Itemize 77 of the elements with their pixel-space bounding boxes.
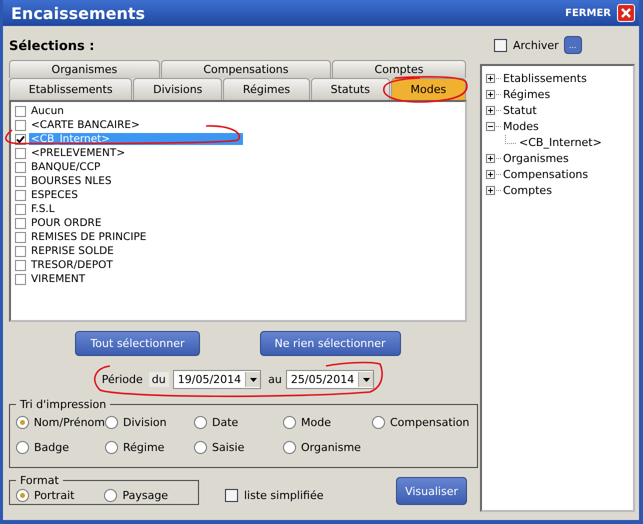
tree-item[interactable]: Organismes (503, 152, 569, 164)
list-item[interactable]: Aucun (29, 105, 66, 117)
expander-icon[interactable] (486, 186, 495, 194)
radio-option[interactable]: Mode (283, 416, 372, 429)
select-button[interactable]: Tout sélectionner (75, 331, 200, 356)
tree-item[interactable]: Compensations (503, 168, 588, 180)
select-button[interactable]: Ne rien sélectionner (260, 331, 401, 356)
list-item[interactable]: <CARTE BANCAIRE> (29, 119, 142, 131)
tree-item[interactable]: Modes (503, 120, 539, 132)
tab[interactable]: Régimes (223, 78, 310, 100)
tab[interactable]: Organismes (9, 60, 160, 78)
list-item[interactable]: BANQUE/CCP (29, 161, 102, 173)
radio-option[interactable]: Badge (16, 441, 105, 454)
tab[interactable]: Modes (390, 78, 466, 100)
from-label: du (148, 372, 169, 387)
checkbox[interactable] (15, 260, 26, 270)
expander-icon[interactable] (486, 154, 495, 162)
tree-item[interactable]: <CB_Internet> (519, 136, 602, 148)
group-title: Format (19, 474, 60, 487)
checkbox[interactable] (15, 204, 26, 214)
list-item[interactable]: ESPECES (29, 189, 80, 201)
checkbox-option[interactable]: Archiver (494, 38, 559, 52)
list-item[interactable]: F.S.L (29, 203, 57, 215)
list-item[interactable]: BOURSES NLES (29, 175, 114, 187)
list-item[interactable]: TRESOR/DEPOT (29, 259, 115, 271)
checkbox[interactable] (15, 274, 26, 284)
radio-option[interactable]: Saisie (194, 441, 283, 454)
list-item[interactable]: VIREMENT (29, 273, 88, 285)
checkbox-option[interactable]: liste simplifiée (225, 489, 396, 502)
checkbox[interactable] (15, 120, 26, 130)
checkbox[interactable] (15, 106, 26, 116)
list-item[interactable]: REMISES DE PRINCIPE (29, 231, 148, 243)
caret-icon (362, 378, 370, 382)
close-icon[interactable] (617, 4, 635, 22)
radio-option[interactable]: Nom/Prénom (16, 416, 105, 429)
radio-option[interactable]: Régime (105, 441, 194, 454)
tree-item[interactable]: Comptes (503, 184, 552, 196)
window-title: Encaissements (11, 4, 146, 22)
expander-icon[interactable] (486, 74, 495, 82)
expander-icon[interactable] (486, 106, 495, 114)
group-title: Tri d'impression (19, 398, 108, 411)
list-item[interactable]: <PRELEVEMENT> (29, 147, 128, 159)
checkbox[interactable] (15, 148, 26, 158)
view-button[interactable]: Visualiser (396, 477, 467, 505)
tree-item[interactable]: Régimes (503, 88, 550, 100)
list-item[interactable]: REPRISE SOLDE (29, 245, 116, 257)
radio-option[interactable]: Division (105, 416, 194, 429)
radio-option[interactable]: Paysage (104, 489, 168, 502)
date-dropdown[interactable]: 25/05/2014 (286, 370, 374, 389)
checkbox[interactable] (15, 232, 26, 242)
section-label: Sélections : (9, 39, 96, 54)
checkbox[interactable] (15, 162, 26, 172)
expander-icon[interactable] (486, 170, 495, 178)
tree-item[interactable]: Statut (503, 104, 537, 116)
expander-icon[interactable] (486, 122, 495, 130)
radio-option[interactable]: Date (194, 416, 283, 429)
period-label: Période (102, 373, 143, 386)
tab[interactable]: Divisions (133, 78, 222, 100)
checkbox[interactable] (15, 190, 26, 200)
checkbox[interactable] (15, 176, 26, 186)
caret-icon (250, 378, 257, 382)
tab[interactable]: Etablissements (9, 78, 132, 100)
list-item[interactable]: POUR ORDRE (29, 217, 104, 229)
tab[interactable]: Compensations (160, 60, 331, 78)
checkbox[interactable] (15, 246, 26, 256)
tree-item[interactable]: Etablissements (503, 72, 587, 84)
expander-icon[interactable] (486, 90, 495, 98)
radio-option[interactable]: Portrait (16, 489, 74, 502)
browse-button[interactable]: ... (564, 36, 582, 54)
to-label: au (268, 373, 282, 386)
tab[interactable]: Comptes (332, 60, 466, 78)
checkbox[interactable] (15, 218, 26, 228)
radio-option[interactable]: Compensation (372, 416, 470, 429)
date-dropdown[interactable]: 19/05/2014 (172, 370, 262, 389)
radio-option[interactable]: Organisme (283, 441, 372, 454)
tab[interactable]: Statuts (310, 78, 390, 100)
close-label: FERMER (565, 8, 611, 18)
